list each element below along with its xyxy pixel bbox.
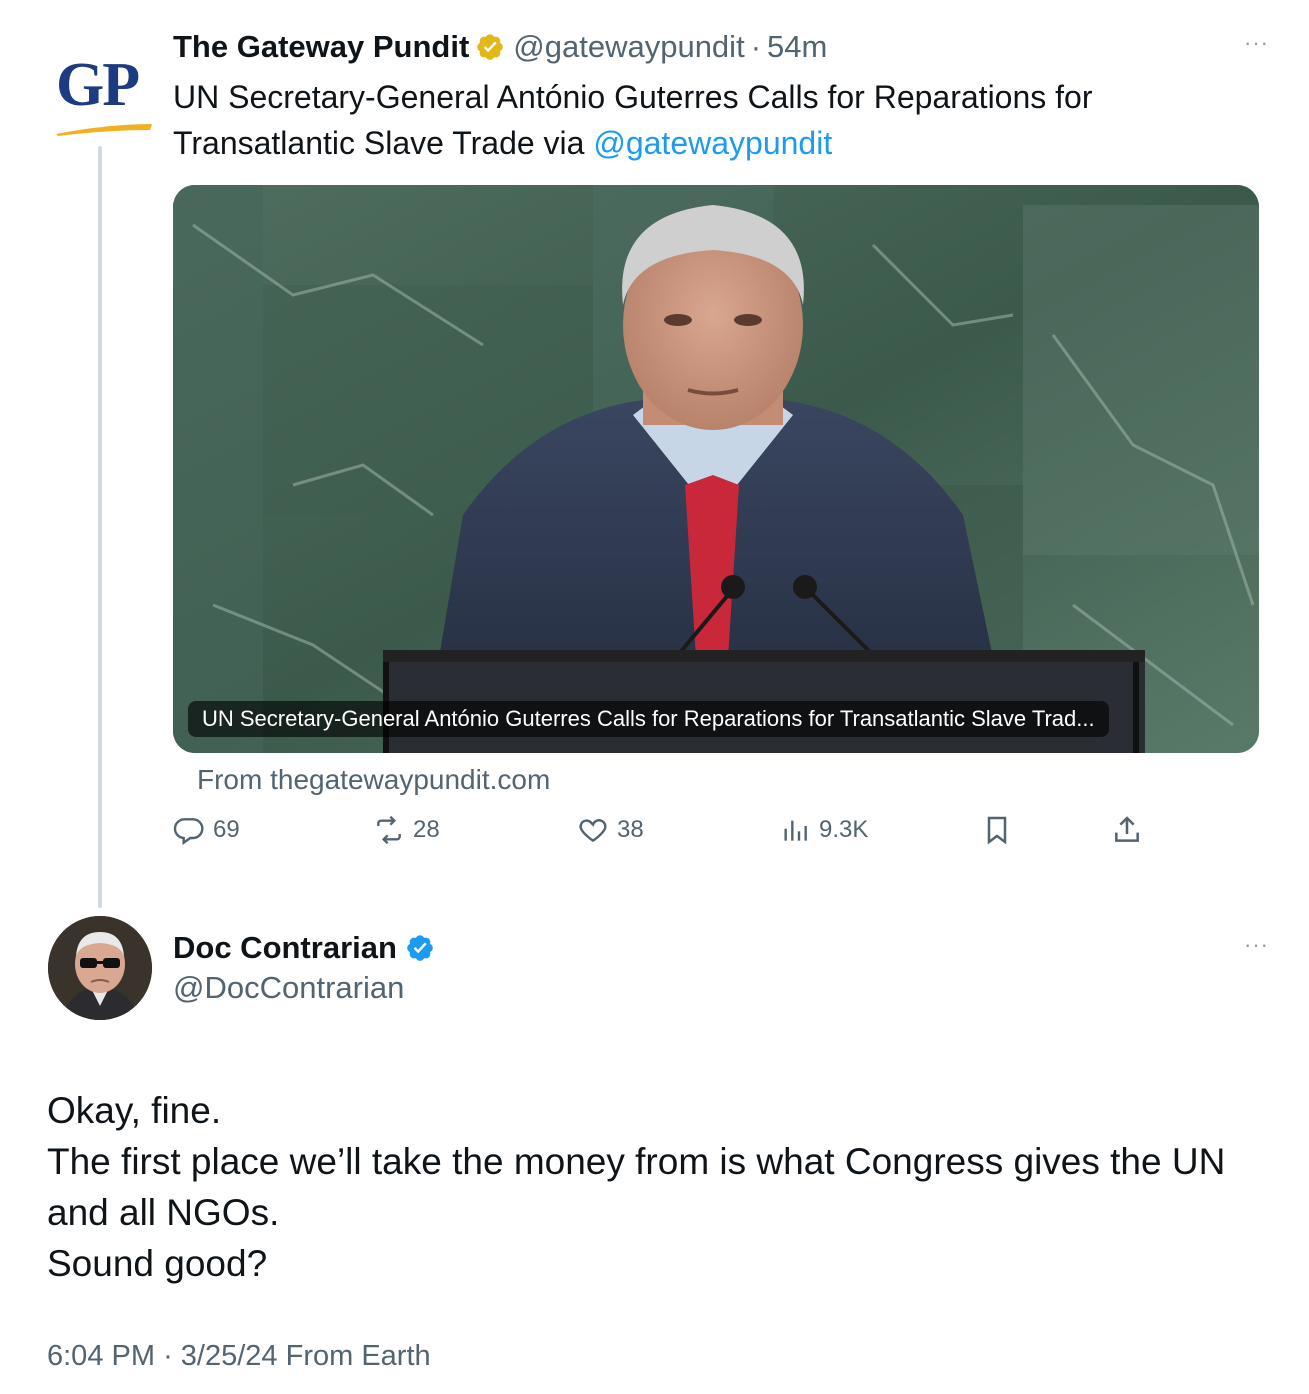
mention-link[interactable]: @gatewaypundit [593, 125, 832, 161]
like-icon [579, 819, 607, 843]
views-icon [784, 820, 807, 841]
parent-author-name[interactable]: The Gateway Pundit [173, 29, 469, 65]
avatar-photo [48, 916, 152, 1020]
bookmark-button[interactable] [981, 814, 1021, 846]
gp-swoosh-icon [56, 124, 152, 136]
bookmark-icon [987, 816, 1007, 845]
repost-icon [377, 815, 401, 845]
reply-icon [173, 818, 204, 845]
share-icon [1115, 816, 1139, 842]
repost-button[interactable]: 28 [373, 814, 440, 846]
parent-handle[interactable]: @gatewaypundit [513, 29, 744, 65]
views-button[interactable]: 9.3K [779, 814, 868, 846]
meta-separator: · [163, 1340, 173, 1372]
tweet-line: Sound good? [47, 1243, 268, 1284]
main-author-name[interactable]: Doc Contrarian [173, 930, 397, 966]
tweet-line: and all NGOs. [47, 1192, 280, 1233]
views-count: 9.3K [819, 816, 869, 843]
reply-button[interactable]: 69 [173, 814, 240, 846]
parent-tweet-text: UN Secretary-General António Guterres Ca… [173, 74, 1263, 166]
link-card-image[interactable]: UN Secretary-General António Guterres Ca… [173, 185, 1259, 753]
thread-line [98, 146, 102, 908]
tweet-meta: 6:04 PM · 3/25/24 From Earth [47, 1340, 431, 1373]
main-tweet-text: Okay, fine. The first place we’ll take t… [47, 1085, 1287, 1289]
like-button[interactable]: 38 [577, 814, 644, 846]
tweet-time[interactable]: 6:04 PM [47, 1340, 155, 1372]
like-count: 38 [617, 816, 644, 843]
main-author-row: Doc Contrarian [173, 928, 435, 968]
reply-count: 69 [213, 816, 240, 843]
repost-count: 28 [413, 816, 440, 843]
main-handle[interactable]: @DocContrarian [173, 970, 404, 1006]
card-caption: UN Secretary-General António Guterres Ca… [188, 701, 1109, 737]
tweet-line: The first place we’ll take the money fro… [47, 1141, 1226, 1182]
parent-tweet-header: The Gateway Pundit @gatewaypundit · 54m [173, 26, 827, 68]
gateway-pundit-avatar[interactable]: GP [48, 48, 158, 140]
speaker-photo [173, 185, 1259, 753]
more-icon[interactable]: ··· [1244, 30, 1269, 56]
tweet-line: Okay, fine. [47, 1090, 222, 1131]
tweet-date-source: 3/25/24 From Earth [180, 1340, 431, 1372]
parent-time-ago[interactable]: 54m [767, 29, 827, 65]
verified-gold-icon [477, 34, 504, 60]
card-source[interactable]: From thegatewaypundit.com [197, 764, 550, 796]
header-separator: · [750, 29, 762, 64]
doc-contrarian-avatar[interactable] [48, 916, 152, 1020]
share-button[interactable] [1111, 814, 1151, 846]
more-icon[interactable]: ··· [1244, 932, 1269, 958]
verified-blue-icon [407, 935, 433, 961]
action-bar: 69 28 38 9.3K [173, 814, 1173, 860]
